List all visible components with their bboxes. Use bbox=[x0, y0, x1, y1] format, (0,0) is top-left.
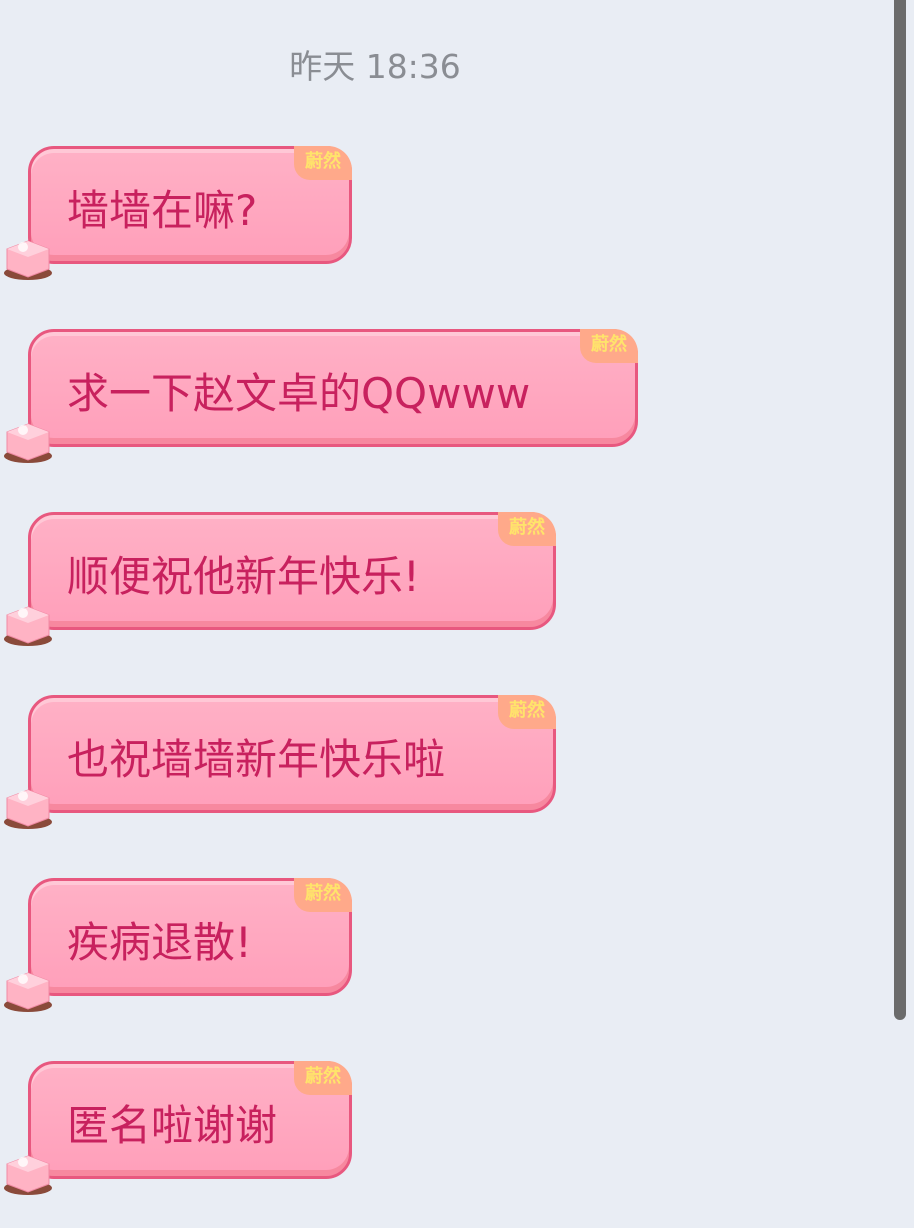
cake-decoration-icon bbox=[4, 606, 52, 646]
message-text: 墙墙在嘛? bbox=[67, 186, 258, 235]
message-bubble[interactable]: 墙墙在嘛? 蔚然 bbox=[4, 146, 352, 280]
message-bubble[interactable]: 匿名啦谢谢 蔚然 bbox=[4, 1061, 352, 1195]
message-text: 顺便祝他新年快乐! bbox=[67, 552, 420, 601]
message-text: 疾病退散! bbox=[67, 918, 252, 967]
message-text: 求一下赵文卓的QQwww bbox=[67, 369, 531, 418]
sender-tag: 蔚然 bbox=[294, 146, 352, 180]
message-bubble[interactable]: 求一下赵文卓的QQwww 蔚然 bbox=[4, 329, 638, 463]
sender-tag: 蔚然 bbox=[294, 878, 352, 912]
scrollbar[interactable] bbox=[894, 0, 906, 1020]
cake-decoration-icon bbox=[4, 1155, 52, 1195]
cake-decoration-icon bbox=[4, 423, 52, 463]
cake-decoration-icon bbox=[4, 972, 52, 1012]
sender-tag: 蔚然 bbox=[498, 695, 556, 729]
message-text: 也祝墙墙新年快乐啦 bbox=[67, 735, 446, 784]
message-text: 匿名啦谢谢 bbox=[67, 1101, 278, 1150]
message-bubble[interactable]: 也祝墙墙新年快乐啦 蔚然 bbox=[4, 695, 556, 829]
sender-tag: 蔚然 bbox=[294, 1061, 352, 1095]
cake-decoration-icon bbox=[4, 789, 52, 829]
message-bubble[interactable]: 疾病退散! 蔚然 bbox=[4, 878, 352, 1012]
sender-tag: 蔚然 bbox=[580, 329, 638, 363]
cake-decoration-icon bbox=[4, 240, 52, 280]
timestamp: 昨天 18:36 bbox=[289, 47, 461, 86]
sender-tag: 蔚然 bbox=[498, 512, 556, 546]
message-bubble[interactable]: 顺便祝他新年快乐! 蔚然 bbox=[4, 512, 556, 646]
